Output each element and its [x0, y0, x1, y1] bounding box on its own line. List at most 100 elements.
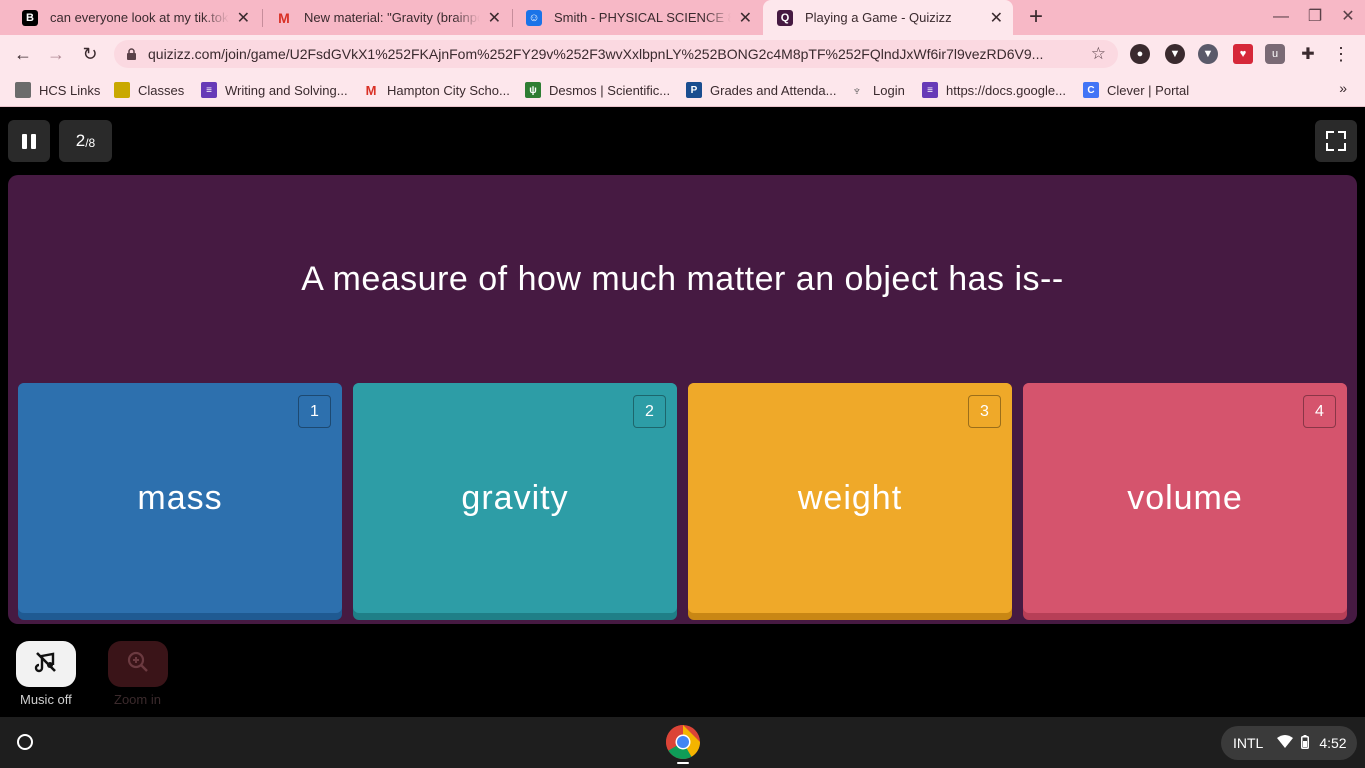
question-text: A measure of how much matter an object h… — [301, 260, 1064, 298]
counter-current: 2 — [75, 131, 86, 150]
answer-label: weight — [688, 383, 1012, 613]
browser-tab[interactable]: B can everyone look at my tik.tok a ✕ — [8, 0, 260, 35]
close-icon[interactable]: ✕ — [237, 8, 250, 28]
browser-tab[interactable]: ☺ Smith - PHYSICAL SCIENCE 8 Pe ✕ — [512, 0, 762, 35]
tab-title: Playing a Game - Quizizz — [805, 10, 952, 25]
bookmark-label: Hampton City Scho... — [387, 82, 510, 98]
url-text: quizizz.com/join/game/U2FsdGVkX1%252FKAj… — [148, 46, 1044, 62]
bookmark-label: Classes — [138, 82, 185, 98]
forward-icon[interactable]: → — [43, 41, 69, 67]
bookmark-label: Clever | Portal — [1107, 82, 1190, 98]
close-icon[interactable]: ✕ — [739, 8, 752, 28]
launcher-circle-icon — [17, 734, 33, 750]
bookmark-item[interactable]: HCS Links — [15, 81, 100, 99]
clock-time: 4:52 — [1319, 735, 1347, 751]
answer-label: gravity — [353, 383, 677, 613]
pause-icon — [22, 133, 27, 149]
browser-toolbar: ← → ↻ quizizz.com/join/game/U2FsdGVkX1%2… — [0, 35, 1365, 73]
bookmark-label: HCS Links — [39, 82, 101, 98]
counter-total: /8 — [85, 135, 96, 150]
bookmark-star-icon[interactable]: ☆ — [1091, 44, 1106, 64]
bookmark-label: Writing and Solving... — [225, 82, 348, 98]
music-off-icon — [33, 649, 59, 680]
status-tray[interactable]: INTL 4:52 — [1221, 726, 1357, 760]
powerschool-icon: P — [686, 82, 702, 98]
wifi-icon — [1277, 735, 1294, 751]
quizizz-icon: Q — [777, 9, 793, 26]
answer-label: mass — [18, 383, 342, 613]
bookmark-label: https://docs.google... — [946, 82, 1066, 98]
restore-icon[interactable]: ❐ — [1304, 6, 1326, 28]
answer-option-1[interactable]: mass 1 — [18, 383, 342, 620]
browser-tab[interactable]: M New material: "Gravity (brainpop) ✕ — [262, 0, 511, 35]
bookmark-item[interactable]: P Grades and Attenda... — [686, 81, 836, 99]
fullscreen-button[interactable] — [1315, 120, 1357, 162]
extension-icon[interactable]: ● — [1130, 44, 1150, 64]
option-number-badge: 4 — [1303, 395, 1336, 428]
address-bar[interactable]: quizizz.com/join/game/U2FsdGVkX1%252FKAj… — [114, 40, 1118, 68]
bookmark-label: Grades and Attenda... — [710, 82, 837, 98]
os-shelf: INTL 4:52 — [0, 717, 1365, 768]
gmail-icon: M — [365, 82, 377, 98]
shield-extension-icon[interactable]: ▼ — [1165, 44, 1185, 64]
answer-label: volume — [1023, 383, 1347, 613]
option-number-badge: 3 — [968, 395, 1001, 428]
bookmark-item[interactable]: C Clever | Portal — [1083, 81, 1189, 99]
bookmark-item[interactable]: ≡ Writing and Solving... — [201, 81, 348, 99]
minimize-icon[interactable]: — — [1270, 6, 1292, 28]
folder-icon — [15, 82, 31, 98]
desmos-icon: ψ — [525, 82, 541, 98]
tab-title: Smith - PHYSICAL SCIENCE 8 Pe — [554, 10, 731, 25]
running-indicator — [677, 762, 689, 764]
folder-icon — [114, 82, 130, 98]
bookmark-item[interactable]: ψ Desmos | Scientific... — [525, 81, 670, 99]
browser-tab-active[interactable]: Q Playing a Game - Quizizz ✕ — [763, 0, 1013, 35]
new-tab-icon[interactable]: + — [1024, 3, 1048, 31]
question-card: A measure of how much matter an object h… — [8, 175, 1357, 624]
shield-extension-icon[interactable]: ▼ — [1198, 44, 1218, 64]
music-toggle-button[interactable] — [16, 641, 76, 687]
close-icon[interactable]: ✕ — [488, 8, 501, 28]
bookmark-item[interactable]: ≡ https://docs.google... — [922, 81, 1066, 99]
login-icon: ♆ — [852, 82, 862, 98]
bookmark-item[interactable]: ♆ Login — [849, 81, 905, 99]
reload-icon[interactable]: ↻ — [77, 41, 103, 67]
answer-option-4[interactable]: volume 4 — [1023, 383, 1347, 620]
zoom-in-button[interactable] — [108, 641, 168, 687]
classroom-icon: ☺ — [526, 9, 542, 26]
quiz-game-area: 2/8 A measure of how much matter an obje… — [0, 107, 1365, 717]
back-icon[interactable]: ← — [10, 41, 36, 67]
lock-icon — [126, 48, 138, 60]
zoom-label: Zoom in — [114, 692, 161, 707]
answer-option-3[interactable]: weight 3 — [688, 383, 1012, 620]
menu-kebab-icon[interactable]: ⋮ — [1331, 44, 1351, 64]
close-icon[interactable]: ✕ — [990, 8, 1003, 28]
bookmarks-overflow-icon[interactable]: » — [1339, 80, 1347, 96]
zoom-in-icon — [126, 650, 150, 679]
pause-button[interactable] — [8, 120, 50, 162]
bookmarks-bar: HCS Links Classes ≡ Writing and Solving.… — [0, 73, 1365, 107]
tab-strip: B can everyone look at my tik.tok a ✕ M … — [0, 0, 1365, 35]
option-number-badge: 2 — [633, 395, 666, 428]
forms-icon: ≡ — [922, 82, 938, 98]
question-counter: 2/8 — [59, 120, 112, 162]
answer-option-2[interactable]: gravity 2 — [353, 383, 677, 620]
clever-icon: C — [1083, 82, 1099, 98]
battery-icon — [1301, 734, 1310, 752]
bookmark-item[interactable]: M Hampton City Scho... — [363, 81, 510, 99]
bookmark-item[interactable]: Classes — [114, 81, 184, 99]
close-window-icon[interactable]: ✕ — [1337, 6, 1359, 28]
tab-title: can everyone look at my tik.tok a — [50, 10, 229, 25]
forms-icon: ≡ — [201, 82, 217, 98]
extensions-puzzle-icon[interactable]: ✚ — [1298, 44, 1318, 64]
gmail-icon: M — [278, 9, 290, 26]
launcher-button[interactable] — [10, 727, 40, 757]
music-label: Music off — [20, 692, 72, 707]
bookmark-label: Login — [873, 82, 905, 98]
extension-icon[interactable]: ♥ — [1233, 44, 1253, 64]
input-method-label: INTL — [1233, 735, 1264, 751]
tab-title: New material: "Gravity (brainpop) — [304, 10, 480, 25]
ublock-icon[interactable]: u — [1265, 44, 1285, 64]
brainly-icon: B — [22, 9, 38, 26]
chrome-app-icon[interactable] — [665, 724, 701, 760]
